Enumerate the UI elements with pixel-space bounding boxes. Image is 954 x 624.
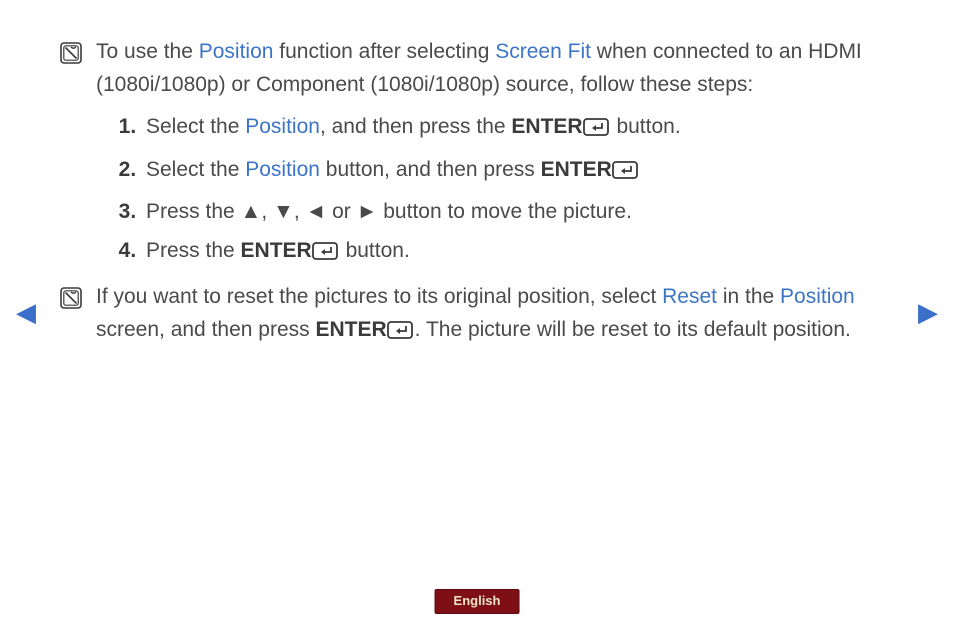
note-block-1: To use the Position function after selec… xyxy=(60,36,894,101)
highlight-position: Position xyxy=(199,40,274,63)
text: To use the xyxy=(96,40,199,63)
enter-label: ENTER xyxy=(541,158,612,181)
note-text-2: If you want to reset the pictures to its… xyxy=(96,281,894,350)
left-arrow-icon: ◄ xyxy=(305,200,326,223)
note-icon xyxy=(60,42,82,75)
text: Select the xyxy=(146,115,245,138)
note-icon xyxy=(60,287,82,320)
highlight-position: Position xyxy=(245,158,320,181)
text: , xyxy=(261,200,273,223)
text: . The picture will be reset to its defau… xyxy=(415,318,851,341)
text: , xyxy=(294,200,306,223)
note-text-1: To use the Position function after selec… xyxy=(96,36,894,101)
highlight-reset: Reset xyxy=(662,285,717,308)
note-block-2: If you want to reset the pictures to its… xyxy=(60,281,894,350)
enter-label: ENTER xyxy=(511,115,582,138)
text: Press the xyxy=(146,200,241,223)
highlight-screen-fit: Screen Fit xyxy=(495,40,591,63)
text: button, and then press xyxy=(320,158,541,181)
steps-list: Select the Position, and then press the … xyxy=(106,111,894,271)
text: button to move the picture. xyxy=(377,200,631,223)
enter-label: ENTER xyxy=(315,318,386,341)
text: button. xyxy=(340,239,410,262)
text: Press the xyxy=(146,239,241,262)
language-badge: English xyxy=(435,589,520,614)
nav-next-button[interactable]: ▶ xyxy=(918,292,938,332)
text: button. xyxy=(611,115,681,138)
page: ◀ ▶ To use the Position function after s… xyxy=(0,0,954,624)
text: function after selecting xyxy=(273,40,495,63)
text: If you want to reset the pictures to its… xyxy=(96,285,662,308)
text: , and then press the xyxy=(320,115,511,138)
enter-icon xyxy=(387,318,415,351)
step-1: Select the Position, and then press the … xyxy=(142,111,894,148)
text: or xyxy=(326,200,356,223)
enter-icon xyxy=(612,158,640,191)
text: screen, and then press xyxy=(96,318,315,341)
down-arrow-icon: ▼ xyxy=(273,200,294,223)
up-arrow-icon: ▲ xyxy=(241,200,262,223)
highlight-position: Position xyxy=(780,285,855,308)
text: in the xyxy=(717,285,780,308)
highlight-position: Position xyxy=(245,115,320,138)
enter-label: ENTER xyxy=(241,239,312,262)
nav-prev-button[interactable]: ◀ xyxy=(16,292,36,332)
step-3: Press the ▲, ▼, ◄ or ► button to move th… xyxy=(142,196,894,229)
step-4: Press the ENTER button. xyxy=(142,235,894,272)
text: Select the xyxy=(146,158,245,181)
enter-icon xyxy=(312,239,340,272)
step-2: Select the Position button, and then pre… xyxy=(142,154,894,191)
enter-icon xyxy=(583,115,611,148)
right-arrow-icon: ► xyxy=(357,200,378,223)
